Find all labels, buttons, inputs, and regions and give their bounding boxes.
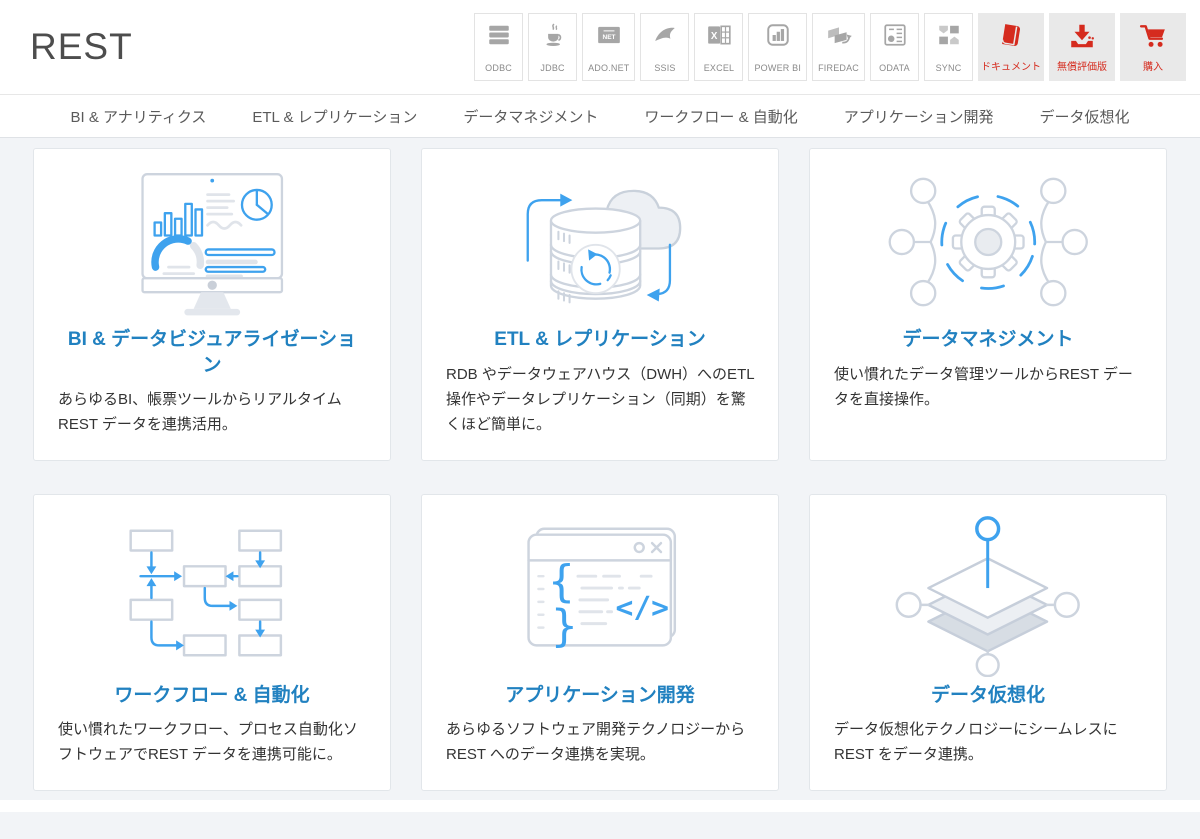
flowchart-illustration [129,529,283,657]
jdbc-icon [546,23,561,46]
category-card-grid: BI & データビジュアライゼーション あらゆるBI、帳票ツールからリアルタイム… [0,138,1200,791]
card-data-virtualization: データ仮想化 データ仮想化テクノロジーにシームレスにREST をデータ連携。 [809,493,1167,791]
docs-button[interactable]: ドキュメント [978,13,1044,81]
card-title[interactable]: ワークフロー & 自動化 [66,683,358,709]
nav-item-workflow-automation[interactable]: ワークフロー & 自動化 [644,106,797,127]
free-trial-button[interactable]: 無償評価版 [1049,13,1115,81]
card-title[interactable]: BI & データビジュアライゼーション [66,327,358,378]
card-data-management: データマネジメント 使い慣れたデータ管理ツールからREST データを直接操作。 [809,148,1167,461]
tech-link-odata[interactable]: ODATA [870,13,919,81]
card-body: 使い慣れたワークフロー、プロセス自動化ソフトウェアでREST データを連携可能に… [58,721,358,764]
nav-item-app-development[interactable]: アプリケーション開発 [844,106,994,127]
svg-text:</>: </> [616,589,670,624]
nav-item-etl-replication[interactable]: ETL & レプリケーション [252,106,417,127]
card-etl-replication: ETL & レプリケーション RDB やデータウェアハウス（DWH）へのETL … [421,148,779,461]
tech-link-powerbi[interactable]: POWER BI [748,13,808,81]
ssis-icon [655,27,675,41]
odata-icon [883,24,906,46]
svg-text:}: } [552,601,578,651]
svg-text:{: { [549,557,575,607]
code-window-illustration: { } </> [527,527,677,651]
tech-link-ssis[interactable]: SSIS [640,13,690,81]
powerbi-icon [767,24,789,46]
card-body: あらゆるソフトウェア開発テクノロジーからREST へのデータ連携を実現。 [446,721,746,764]
svg-text:X: X [711,31,718,42]
header: REST ODBC JDBC NET ADO.NET SSIS X EXCEL … [0,0,1200,95]
card-bi-visualization: BI & データビジュアライゼーション あらゆるBI、帳票ツールからリアルタイム… [33,148,391,461]
tech-link-sync[interactable]: SYNC [924,13,973,81]
next-section-edge [0,799,1200,812]
tech-link-odbc[interactable]: ODBC [474,13,524,81]
card-title[interactable]: データマネジメント [842,327,1134,353]
category-nav: BI & アナリティクス ETL & レプリケーション データマネジメント ワー… [0,95,1200,138]
tech-link-excel[interactable]: X EXCEL [694,13,744,81]
gear-network-illustration [888,177,1088,307]
header-toolbar: ODBC JDBC NET ADO.NET SSIS X EXCEL POWER… [474,13,1186,81]
firedac-icon [827,27,852,44]
tech-link-jdbc[interactable]: JDBC [528,13,578,81]
download-icon [1071,24,1094,48]
cart-icon [1139,25,1165,47]
book-icon [1002,24,1020,46]
card-body: あらゆるBI、帳票ツールからリアルタイムREST データを連携活用。 [58,391,342,434]
card-application-development: { } </> アプリケーション開発 あらゆるソフトウェア開発テクノロジーからR… [421,493,779,791]
nav-item-data-management[interactable]: データマネジメント [463,106,598,127]
odbc-icon [488,25,509,45]
database-cloud-illustration [526,189,682,304]
layers-pin-illustration [895,515,1081,677]
adonet-icon: NET [597,26,620,44]
tech-link-firedac[interactable]: FIREDAC [812,13,865,81]
svg-text:NET: NET [602,34,615,41]
excel-icon: X [708,25,731,45]
product-logo: REST [30,26,133,67]
buy-button[interactable]: 購入 [1120,13,1186,81]
card-title[interactable]: ETL & レプリケーション [454,327,746,353]
card-body: データ仮想化テクノロジーにシームレスにREST をデータ連携。 [834,721,1118,764]
nav-item-bi-analytics[interactable]: BI & アナリティクス [71,106,207,127]
card-workflow-automation: ワークフロー & 自動化 使い慣れたワークフロー、プロセス自動化ソフトウェアでR… [33,493,391,791]
nav-item-data-virtualization[interactable]: データ仮想化 [1039,106,1129,127]
card-title[interactable]: アプリケーション開発 [454,683,746,709]
sync-icon [938,25,959,45]
card-body: RDB やデータウェアハウス（DWH）へのETL 操作やデータレプリケーション（… [446,365,755,434]
bi-dashboard-illustration [141,172,283,316]
tech-link-adonet[interactable]: NET ADO.NET [582,13,636,81]
card-body: 使い慣れたデータ管理ツールからREST データを直接操作。 [834,365,1133,408]
card-title[interactable]: データ仮想化 [842,683,1134,709]
